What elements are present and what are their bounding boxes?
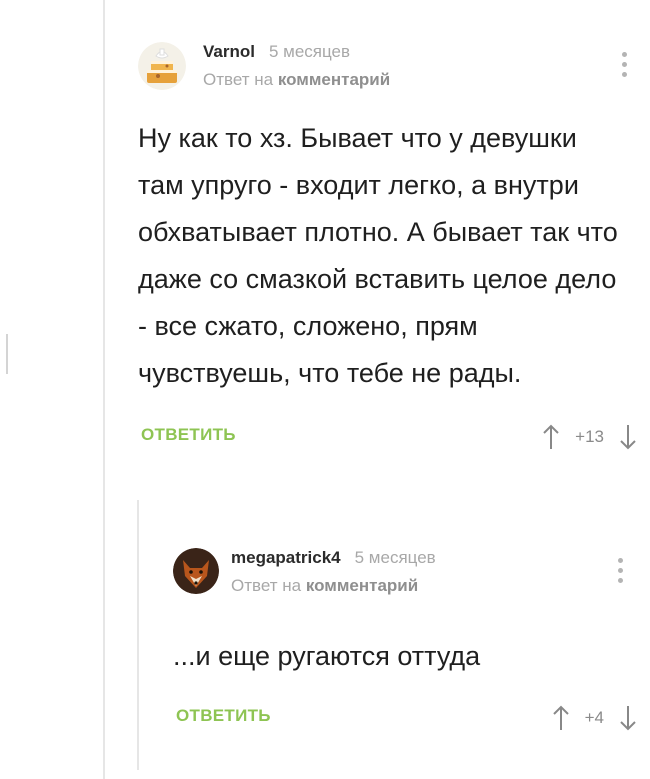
avatar[interactable] [173,548,219,594]
comment-time: 5 месяцев [268,42,351,61]
comment-meta: Varnol 5 месяцев Ответ на комментарий [203,42,390,90]
comment-text: ...и еще ругаются оттуда [173,641,481,671]
comment-megapatrick4: megapatrick4 5 месяцев Ответ на комментар… [173,548,638,738]
more-options-icon[interactable] [616,558,624,583]
avatar-fox-image [173,548,219,594]
upvote-arrow-icon[interactable] [551,704,571,732]
comment-actions: ОТВЕТИТЬ +13 [138,417,638,457]
reply-prefix: Ответ на [231,576,302,595]
reply-button[interactable]: ОТВЕТИТЬ [176,706,271,726]
rating-score: +4 [584,708,604,727]
downvote-arrow-icon[interactable] [618,423,638,451]
comment-varnol: Varnol 5 месяцев Ответ на комментарий Ну … [138,42,638,457]
vote-controls: +4 [551,698,638,738]
comment-text: Ну как то хз. Бывает что у девушки там у… [138,123,618,388]
comment-actions: ОТВЕТИТЬ +4 [173,698,638,738]
upvote-arrow-icon[interactable] [541,423,561,451]
comment-time: 5 месяцев [354,548,436,567]
thread-line [103,0,105,779]
vote-controls: +13 [541,417,638,457]
nested-thread-line [137,500,139,770]
author-name[interactable]: Varnol [203,42,255,61]
reply-reference: Ответ на комментарий [231,576,436,596]
more-options-icon[interactable] [620,52,628,77]
reply-target-link[interactable]: комментарий [306,576,418,595]
scroll-edge-mark [6,334,8,374]
reply-target-link[interactable]: комментарий [278,70,390,89]
author-name[interactable]: megapatrick4 [231,548,341,567]
reply-prefix: Ответ на [203,70,274,89]
reply-reference: Ответ на комментарий [203,70,390,90]
reply-button[interactable]: ОТВЕТИТЬ [141,425,236,445]
avatar[interactable] [138,42,186,90]
comment-meta: megapatrick4 5 месяцев Ответ на комментар… [231,548,436,596]
comment-header: Varnol 5 месяцев Ответ на комментарий [138,42,638,98]
rating-score: +13 [575,427,604,446]
avatar-cake-image [138,42,186,90]
comment-header: megapatrick4 5 месяцев Ответ на комментар… [173,548,638,604]
downvote-arrow-icon[interactable] [618,704,638,732]
